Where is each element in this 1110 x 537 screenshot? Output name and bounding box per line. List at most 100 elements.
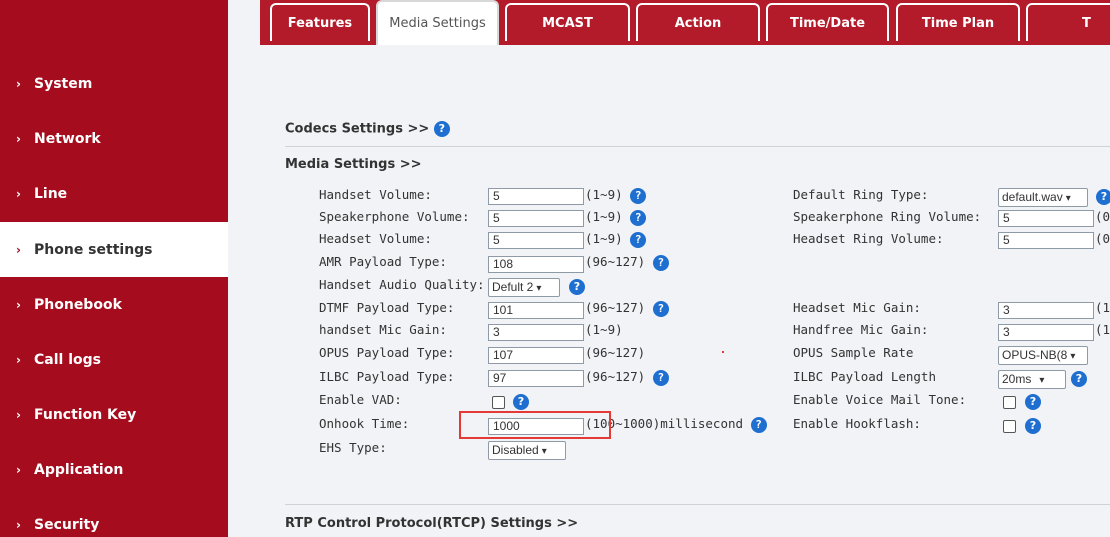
- sidebar-item-phonebook[interactable]: › Phonebook: [0, 277, 228, 332]
- sidebar-item-phone-settings[interactable]: › Phone settings: [0, 222, 228, 277]
- headset-ring-volume-range: (0: [1095, 231, 1110, 246]
- tab-label: Action: [674, 15, 722, 31]
- headset-mic-gain-input[interactable]: 3: [998, 302, 1094, 319]
- amr-payload-type-input[interactable]: 108: [488, 256, 584, 273]
- tab-time-plan[interactable]: Time Plan: [896, 3, 1020, 41]
- speakerphone-volume-label: Speakerphone Volume:: [319, 209, 470, 224]
- help-icon[interactable]: ?: [630, 209, 647, 226]
- chevron-down-icon: ▾: [1065, 193, 1071, 204]
- headset-volume-label: Headset Volume:: [319, 231, 432, 246]
- handfree-mic-gain-range: (1: [1095, 322, 1110, 337]
- tab-label: MCAST: [542, 15, 593, 31]
- chevron-right-icon: ›: [16, 131, 21, 146]
- handset-mic-gain-range: (1~9): [585, 322, 623, 337]
- tab-more[interactable]: T: [1026, 3, 1110, 41]
- ilbc-payload-type-input[interactable]: 97: [488, 370, 584, 387]
- help-icon[interactable]: ?: [630, 187, 647, 204]
- sidebar-item-line[interactable]: › Line: [0, 166, 228, 221]
- sidebar-item-label: Function Key: [34, 406, 137, 423]
- ehs-type-select[interactable]: Disabled ▾: [488, 441, 566, 460]
- chevron-right-icon: ›: [16, 352, 21, 367]
- tab-bar: Features Media Settings MCAST Action Tim…: [260, 0, 1110, 45]
- default-ring-type-select[interactable]: default.wav ▾: [998, 188, 1088, 207]
- chevron-down-icon: ▾: [1039, 375, 1045, 386]
- chevron-right-icon: ›: [16, 186, 21, 201]
- codecs-settings-heading[interactable]: Codecs Settings >> ?: [285, 121, 450, 137]
- sidebar-item-label: Network: [34, 130, 101, 147]
- sidebar-item-label: Phonebook: [34, 296, 122, 313]
- tab-media-settings[interactable]: Media Settings: [376, 0, 499, 45]
- enable-vad-checkbox[interactable]: [492, 396, 505, 409]
- opus-payload-type-input[interactable]: 107: [488, 347, 584, 364]
- tab-label: Media Settings: [389, 16, 486, 31]
- help-icon[interactable]: ?: [1025, 418, 1041, 434]
- tab-label: Time/Date: [789, 15, 866, 31]
- opus-sample-rate-select[interactable]: OPUS-NB(8 ▾: [998, 346, 1088, 365]
- help-icon[interactable]: ?: [630, 231, 647, 248]
- headset-volume-input[interactable]: 5: [488, 232, 584, 249]
- handfree-mic-gain-input[interactable]: 3: [998, 324, 1094, 341]
- tab-action[interactable]: Action: [636, 3, 760, 41]
- help-icon[interactable]: ?: [652, 254, 669, 271]
- chevron-right-icon: ›: [16, 462, 21, 477]
- rtcp-settings-heading[interactable]: RTP Control Protocol(RTCP) Settings >>: [285, 516, 578, 531]
- headset-volume-range: (1~9) ?: [585, 231, 647, 248]
- sidebar-item-security[interactable]: › Security: [0, 497, 228, 537]
- chevron-right-icon: ›: [16, 76, 21, 91]
- sidebar-item-function-key[interactable]: › Function Key: [0, 387, 228, 442]
- tab-label: Features: [287, 15, 353, 31]
- help-icon[interactable]: ?: [1071, 371, 1087, 387]
- select-value: Disabled: [492, 443, 539, 457]
- enable-vad-label: Enable VAD:: [319, 392, 402, 407]
- tab-time-date[interactable]: Time/Date: [766, 3, 889, 41]
- handset-mic-gain-input[interactable]: 3: [488, 324, 584, 341]
- divider: [285, 146, 1110, 147]
- handset-audio-quality-label: Handset Audio Quality:: [319, 277, 485, 292]
- opus-payload-type-range: (96~127): [585, 345, 646, 360]
- speakerphone-volume-input[interactable]: 5: [488, 210, 584, 227]
- help-icon[interactable]: ?: [569, 279, 585, 295]
- red-dot-mark: [722, 351, 724, 353]
- sidebar-item-application[interactable]: › Application: [0, 442, 228, 497]
- tab-label: T: [1082, 15, 1091, 31]
- help-icon[interactable]: ?: [652, 369, 669, 386]
- help-icon[interactable]: ?: [1025, 394, 1041, 410]
- onhook-time-range: (100~1000)millisecond ?: [585, 416, 767, 433]
- help-icon[interactable]: ?: [513, 394, 529, 410]
- dtmf-payload-type-input[interactable]: 101: [488, 302, 584, 319]
- handset-audio-quality-select[interactable]: Defult 2 ▾: [488, 278, 560, 297]
- speakerphone-ring-volume-input[interactable]: 5: [998, 210, 1094, 227]
- headset-ring-volume-input[interactable]: 5: [998, 232, 1094, 249]
- help-icon[interactable]: ?: [652, 300, 669, 317]
- tab-mcast[interactable]: MCAST: [505, 3, 630, 41]
- chevron-down-icon: ▾: [1070, 351, 1076, 362]
- ilbc-payload-length-select[interactable]: 20ms ▾: [998, 370, 1066, 389]
- select-value: 20ms: [1002, 372, 1032, 386]
- speakerphone-ring-volume-label: Speakerphone Ring Volume:: [793, 209, 982, 224]
- tab-features[interactable]: Features: [270, 3, 370, 41]
- enable-hookflash-checkbox[interactable]: [1003, 420, 1016, 433]
- amr-payload-type-label: AMR Payload Type:: [319, 254, 447, 269]
- handset-mic-gain-label: handset Mic Gain:: [319, 322, 447, 337]
- dtmf-payload-type-label: DTMF Payload Type:: [319, 300, 455, 315]
- sidebar-item-label: Phone settings: [34, 241, 153, 258]
- default-ring-type-label: Default Ring Type:: [793, 187, 929, 202]
- sidebar-item-system[interactable]: › System: [0, 56, 228, 111]
- dtmf-payload-type-range: (96~127) ?: [585, 300, 669, 317]
- sidebar-item-label: Security: [34, 516, 100, 533]
- sidebar-item-network[interactable]: › Network: [0, 111, 228, 166]
- chevron-right-icon: ›: [16, 242, 21, 257]
- ilbc-payload-type-label: ILBC Payload Type:: [319, 369, 455, 384]
- headset-ring-volume-label: Headset Ring Volume:: [793, 231, 944, 246]
- handset-volume-input[interactable]: 5: [488, 188, 584, 205]
- sidebar-item-label: Application: [34, 461, 124, 478]
- help-icon[interactable]: ?: [1096, 189, 1110, 205]
- opus-sample-rate-label: OPUS Sample Rate: [793, 345, 914, 360]
- help-icon[interactable]: ?: [750, 416, 767, 433]
- help-icon[interactable]: ?: [433, 121, 450, 137]
- enable-voice-mail-tone-checkbox[interactable]: [1003, 396, 1016, 409]
- enable-voice-mail-tone-label: Enable Voice Mail Tone:: [793, 392, 967, 407]
- handset-volume-range: (1~9) ?: [585, 187, 647, 204]
- sidebar-item-call-logs[interactable]: › Call logs: [0, 332, 228, 387]
- onhook-time-label: Onhook Time:: [319, 416, 410, 431]
